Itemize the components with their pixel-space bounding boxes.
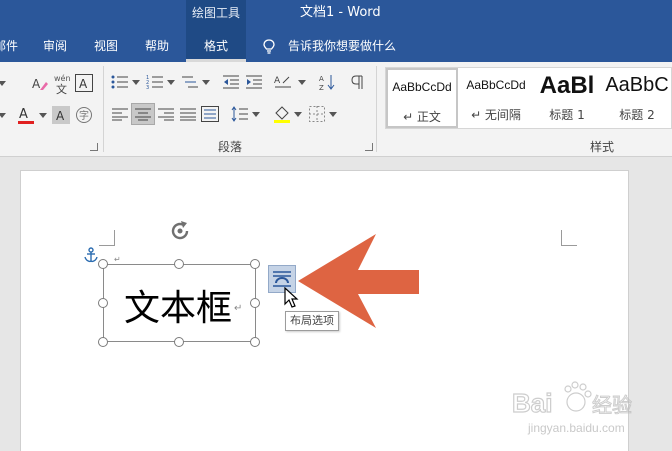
svg-text:3: 3 xyxy=(146,85,149,90)
resize-handle-bottom-right[interactable] xyxy=(250,337,260,347)
document-title: 文档1 - Word xyxy=(300,5,381,20)
lightbulb-icon xyxy=(263,39,275,54)
style-normal[interactable]: AaBbCcDd ↵ 正文 xyxy=(386,68,458,128)
svg-text:wén: wén xyxy=(54,73,71,83)
style-heading-1-name: 标题 1 xyxy=(549,108,585,122)
multilevel-dropdown-icon[interactable] xyxy=(201,74,211,92)
tab-help[interactable]: 帮助 xyxy=(145,30,169,62)
character-shading-icon[interactable]: A xyxy=(52,106,70,124)
style-normal-sample: AaBbCcDd xyxy=(392,80,452,94)
paragraph-group-label: 段落 xyxy=(218,140,243,154)
style-heading-2-name: 标题 2 xyxy=(619,108,655,122)
character-border-icon[interactable]: A xyxy=(75,74,93,92)
tab-view[interactable]: 视图 xyxy=(94,30,118,62)
style-heading-1[interactable]: AaBl 标题 1 xyxy=(534,68,600,128)
tab-mailings[interactable]: 邮件 xyxy=(0,30,24,62)
multilevel-list-icon[interactable] xyxy=(180,72,200,92)
svg-text:A: A xyxy=(319,75,324,83)
highlight-dropdown-icon[interactable] xyxy=(0,106,8,126)
numbering-icon[interactable]: 123 xyxy=(145,72,165,92)
paragraph-mark-icon: ↵ xyxy=(234,303,243,314)
rotate-handle-icon[interactable] xyxy=(168,219,192,243)
font-color-icon[interactable]: A xyxy=(15,104,37,126)
svg-text:A: A xyxy=(56,109,65,122)
svg-text:A: A xyxy=(274,76,281,86)
chinese-layout-dropdown-icon[interactable] xyxy=(297,74,307,92)
bullets-dropdown-icon[interactable] xyxy=(131,74,141,92)
resize-handle-top[interactable] xyxy=(174,259,184,269)
resize-handle-top-left[interactable] xyxy=(98,259,108,269)
paragraph-dialog-launcher-icon[interactable] xyxy=(365,143,373,151)
resize-handle-left[interactable] xyxy=(98,298,108,308)
increase-indent-icon[interactable] xyxy=(244,72,264,92)
ribbon-tab-bar: 邮件 审阅 视图 帮助 格式 告诉我你想要做什么 xyxy=(0,30,672,62)
numbering-dropdown-icon[interactable] xyxy=(166,74,176,92)
line-spacing-dropdown-icon[interactable] xyxy=(251,106,261,124)
resize-handle-bottom[interactable] xyxy=(174,337,184,347)
phonetic-guide-icon[interactable]: wén 文 xyxy=(52,72,72,96)
style-no-spacing[interactable]: AaBbCcDd ↵ 无间隔 xyxy=(460,68,532,128)
bullets-icon[interactable] xyxy=(110,72,130,92)
svg-text:A: A xyxy=(32,77,41,91)
enclose-characters-icon[interactable]: 字 xyxy=(74,105,94,125)
decrease-indent-icon[interactable] xyxy=(221,72,241,92)
ribbon: A wén 文 A A A 字 123 A AZ 段落 AaBbCcDd ↵ 正… xyxy=(0,62,672,157)
show-formatting-marks-icon[interactable] xyxy=(347,72,367,92)
shading-dropdown-icon[interactable] xyxy=(293,106,303,124)
sort-icon[interactable]: AZ xyxy=(317,72,337,92)
svg-text:Bai: Bai xyxy=(512,388,552,418)
text-box-content[interactable]: 文本框 xyxy=(124,279,232,331)
svg-text:字: 字 xyxy=(79,109,89,122)
svg-text:Z: Z xyxy=(319,84,324,91)
svg-text:A: A xyxy=(79,77,88,90)
tell-me-label: 告诉我你想要做什么 xyxy=(288,39,397,53)
resize-handle-bottom-left[interactable] xyxy=(98,337,108,347)
borders-dropdown-icon[interactable] xyxy=(328,106,338,124)
chinese-layout-icon[interactable]: A xyxy=(272,72,296,92)
tab-review[interactable]: 审阅 xyxy=(43,30,67,62)
text-box[interactable]: 文本框 ↵ xyxy=(103,264,256,342)
crop-mark-top-left xyxy=(99,230,115,246)
title-bar: 绘图工具 文档1 - Word xyxy=(0,0,672,30)
resize-handle-right[interactable] xyxy=(250,298,260,308)
grow-font-dropdown-icon[interactable] xyxy=(0,74,8,94)
svg-text:A: A xyxy=(19,107,28,122)
style-heading-1-sample: AaBl xyxy=(539,72,595,99)
styles-gallery: AaBbCcDd ↵ 正文 AaBbCcDd ↵ 无间隔 AaBl 标题 1 A… xyxy=(385,67,672,129)
clear-formatting-icon[interactable]: A xyxy=(30,74,50,94)
style-normal-name: ↵ 正文 xyxy=(403,110,441,124)
anchor-icon[interactable] xyxy=(84,247,98,263)
watermark-url: jingyan.baidu.com xyxy=(528,421,625,435)
align-right-icon[interactable] xyxy=(156,104,176,124)
context-group-drawing-tools: 绘图工具 xyxy=(186,0,246,30)
borders-icon[interactable] xyxy=(307,104,327,124)
resize-handle-top-right[interactable] xyxy=(250,259,260,269)
shading-icon[interactable] xyxy=(272,104,292,124)
annotation-arrow-icon xyxy=(298,234,420,328)
style-heading-2-sample: AaBbC xyxy=(605,74,669,96)
style-no-spacing-name: ↵ 无间隔 xyxy=(471,108,521,122)
tab-format[interactable]: 格式 xyxy=(186,30,246,62)
font-dialog-launcher-icon[interactable] xyxy=(90,143,98,151)
svg-text:经验: 经验 xyxy=(592,393,632,417)
line-spacing-icon[interactable] xyxy=(230,104,250,124)
style-no-spacing-sample: AaBbCcDd xyxy=(466,78,526,92)
align-left-icon[interactable] xyxy=(110,104,130,124)
crop-mark-top-right xyxy=(561,230,577,246)
text-box-paragraph-mark-icon: ↵ xyxy=(114,255,121,264)
align-center-icon[interactable] xyxy=(131,103,155,125)
justify-icon[interactable] xyxy=(178,104,198,124)
font-color-dropdown-icon[interactable] xyxy=(38,106,48,126)
styles-group-label: 样式 xyxy=(590,140,615,154)
svg-text:文: 文 xyxy=(56,82,67,95)
style-heading-2[interactable]: AaBbC 标题 2 xyxy=(602,68,672,128)
distributed-icon[interactable] xyxy=(200,104,220,124)
